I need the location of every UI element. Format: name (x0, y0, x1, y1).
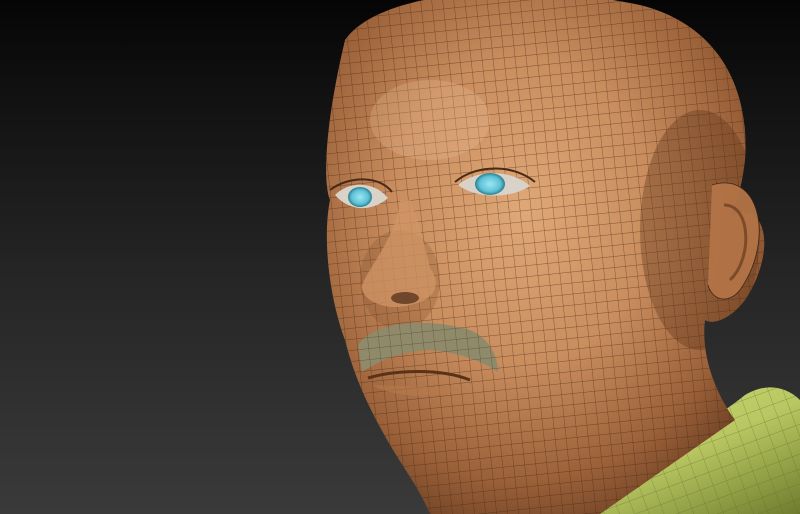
head-render (326, 0, 800, 514)
render-viewport (0, 0, 800, 514)
